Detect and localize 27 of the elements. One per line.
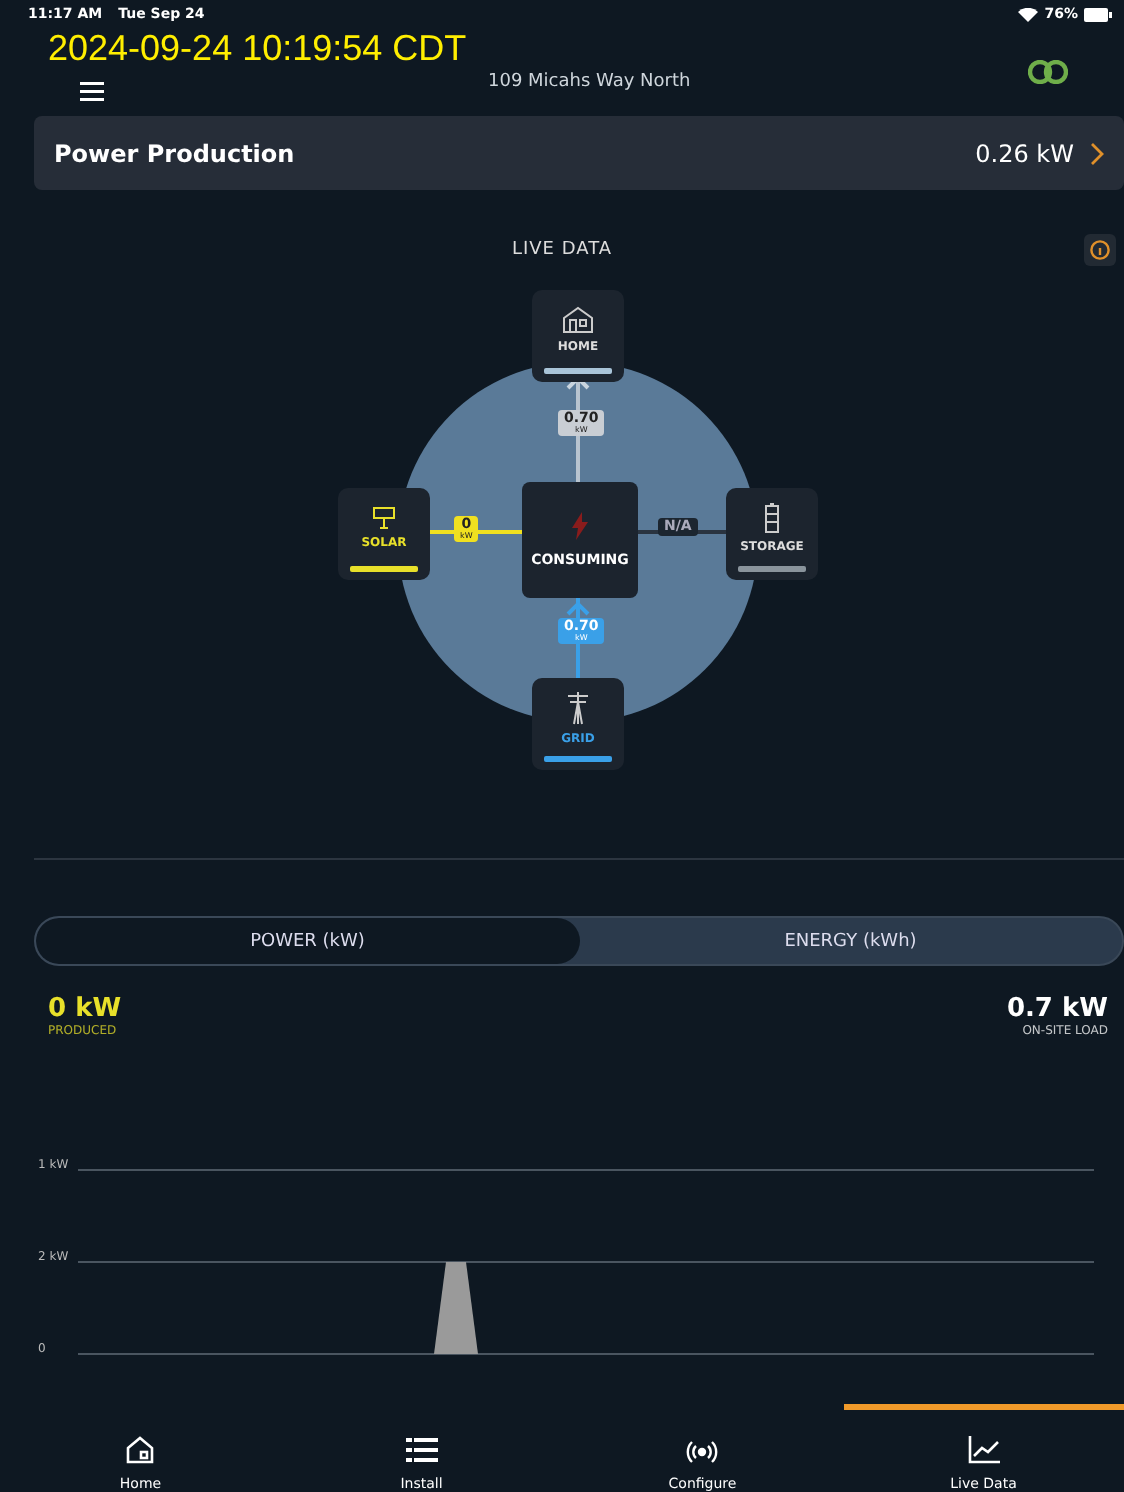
timestamp-overlay: 2024-09-24 10:19:54 CDT	[48, 28, 467, 70]
list-icon	[405, 1436, 438, 1464]
battery-icon	[1084, 7, 1112, 21]
chevron-right-icon	[1090, 141, 1104, 165]
link-icon[interactable]	[1028, 60, 1068, 84]
house-icon	[562, 306, 594, 334]
power-production-card[interactable]: Power Production 0.26 kW	[34, 116, 1124, 190]
mode-tab[interactable]: POWER (kW)	[36, 918, 579, 964]
stat-value: 0 kW	[48, 994, 122, 1024]
broadcast-icon	[686, 1440, 719, 1464]
load-spike-drawing	[434, 1262, 478, 1354]
battery-icon	[764, 502, 780, 534]
section-title: LIVE DATA	[511, 240, 613, 260]
house-icon	[126, 1436, 155, 1464]
site-address: 109 Micahs Way North	[488, 72, 691, 92]
info-icon	[1090, 240, 1110, 260]
card-title: Power Production	[54, 139, 295, 167]
wifi-icon	[1018, 7, 1039, 21]
power-tower-icon	[566, 690, 590, 726]
info-button[interactable]	[1084, 234, 1116, 266]
card-value: 0.26 kW	[975, 139, 1074, 167]
line-chart-icon	[967, 1436, 1000, 1464]
stat-value: 0.7 kW	[1006, 994, 1108, 1024]
menu-icon[interactable]	[80, 82, 104, 102]
solar-panel-icon	[372, 506, 396, 530]
mode-tab[interactable]: ENERGY (kWh)	[579, 918, 1122, 964]
lightning-icon	[572, 512, 588, 540]
